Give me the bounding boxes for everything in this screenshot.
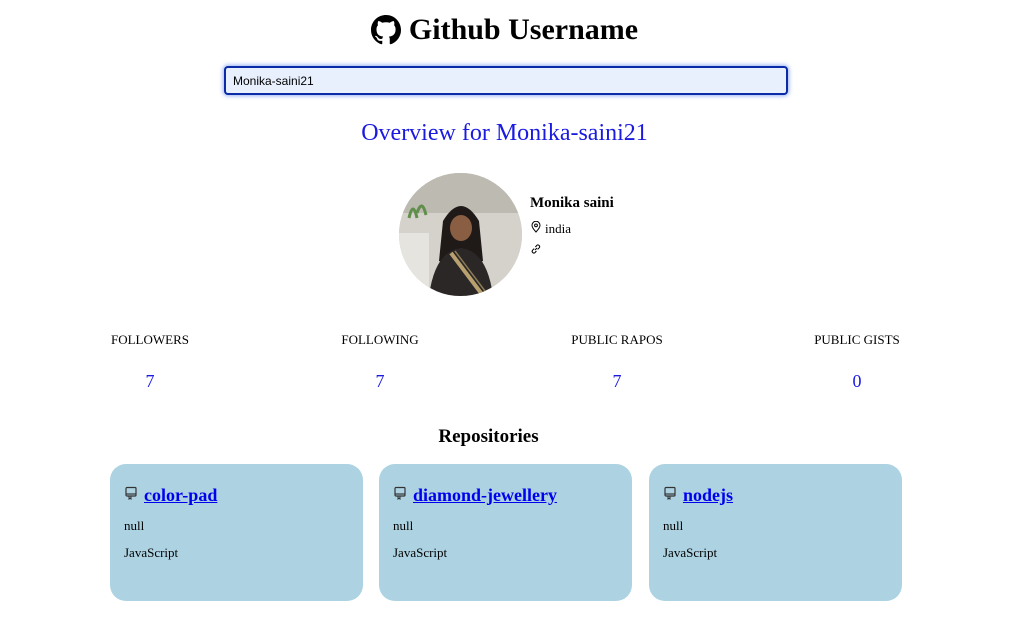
stat-following: FOLLOWING 7 [300, 332, 460, 392]
stat-label: PUBLIC GISTS [814, 332, 900, 347]
stat-value: 7 [145, 371, 155, 391]
repo-link[interactable]: nodejs [683, 484, 733, 506]
profile-name: Monika saini [530, 195, 614, 211]
repo-card: nodejs null JavaScript [649, 464, 902, 601]
repo-language: JavaScript [393, 545, 448, 560]
profile-location: india [530, 220, 730, 237]
repo-card: diamond-jewellery null JavaScript [379, 464, 632, 601]
location-text: india [545, 221, 571, 236]
profile-info: Monika saini india [530, 193, 730, 259]
stat-value: 7 [612, 371, 622, 391]
header: Github Username [0, 10, 1009, 50]
link-icon[interactable] [530, 243, 542, 259]
github-icon [370, 15, 401, 45]
stat-public-gists: PUBLIC GISTS 0 [777, 332, 937, 392]
avatar [399, 173, 522, 296]
repo-description: null [393, 518, 414, 533]
stat-label: PUBLIC RAPOS [571, 332, 663, 347]
repo-language: JavaScript [663, 545, 718, 560]
repo-title-row: nodejs [663, 484, 888, 506]
stat-value: 0 [852, 371, 862, 391]
page-title: Github Username [408, 13, 639, 46]
overview-heading: Overview for Monika-saini21 [361, 120, 648, 146]
repo-icon [393, 486, 407, 505]
repo-title-row: color-pad [124, 484, 349, 506]
repo-title-row: diamond-jewellery [393, 484, 618, 506]
repo-link[interactable]: color-pad [144, 484, 217, 506]
profile-link[interactable] [530, 243, 730, 259]
stat-public-repos: PUBLIC RAPOS 7 [537, 332, 697, 392]
stat-value: 7 [375, 371, 385, 391]
stat-followers: FOLLOWERS 7 [70, 332, 230, 392]
repo-description: null [663, 518, 684, 533]
location-pin-icon [530, 220, 542, 237]
stat-label: FOLLOWERS [111, 332, 189, 347]
repo-description: null [124, 518, 145, 533]
username-input[interactable] [224, 66, 788, 95]
repo-card: color-pad null JavaScript [110, 464, 363, 601]
repo-language: JavaScript [124, 545, 179, 560]
repo-link[interactable]: diamond-jewellery [413, 484, 557, 506]
stat-label: FOLLOWING [341, 332, 419, 347]
repo-icon [663, 486, 677, 505]
repositories-heading: Repositories [438, 426, 539, 447]
search-field [224, 66, 788, 95]
repo-icon [124, 486, 138, 505]
